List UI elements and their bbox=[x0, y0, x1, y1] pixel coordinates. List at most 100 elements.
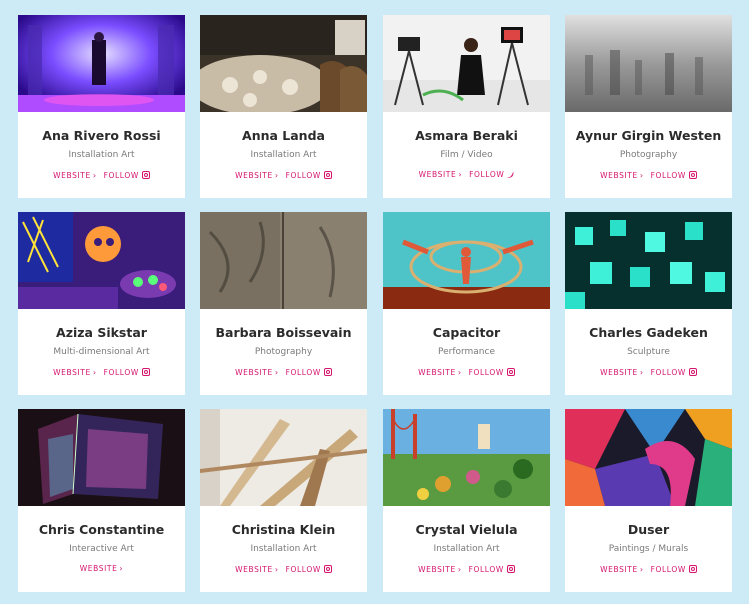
artist-photo[interactable] bbox=[18, 409, 185, 506]
artist-links: WEBSITE › FOLLOW bbox=[383, 367, 550, 377]
instagram-icon bbox=[141, 171, 150, 179]
follow-link[interactable]: FOLLOW bbox=[469, 564, 515, 574]
artist-card: Crystal Vielula Installation Art WEBSITE… bbox=[383, 409, 550, 592]
artist-links: WEBSITE › FOLLOW bbox=[383, 170, 550, 179]
follow-link[interactable]: FOLLOW bbox=[104, 170, 150, 180]
artist-category: Interactive Art bbox=[69, 544, 134, 554]
artist-photo[interactable] bbox=[18, 15, 185, 112]
website-label: WEBSITE bbox=[418, 368, 456, 377]
artist-links: WEBSITE › FOLLOW bbox=[565, 367, 732, 377]
website-label: WEBSITE bbox=[600, 565, 638, 574]
artist-card: Charles Gadeken Sculpture WEBSITE › FOLLO… bbox=[565, 212, 732, 395]
artist-photo[interactable] bbox=[565, 409, 732, 506]
artist-photo[interactable] bbox=[200, 212, 367, 309]
chevron-right-icon: › bbox=[119, 564, 124, 573]
follow-link[interactable]: FOLLOW bbox=[286, 170, 332, 180]
artist-card: Aynur Girgin Westen Photography WEBSITE ›… bbox=[565, 15, 732, 198]
artist-card: Chris Constantine Interactive Art WEBSIT… bbox=[18, 409, 185, 592]
follow-label: FOLLOW bbox=[650, 565, 686, 574]
artist-photo[interactable] bbox=[565, 15, 732, 112]
artist-category: Multi-dimensional Art bbox=[53, 347, 150, 357]
website-link[interactable]: WEBSITE › bbox=[600, 368, 643, 377]
artist-category: Film / Video bbox=[440, 150, 493, 160]
artist-links: WEBSITE › FOLLOW bbox=[565, 170, 732, 180]
artist-card: Ana Rivero Rossi Installation Art WEBSIT… bbox=[18, 15, 185, 198]
website-label: WEBSITE bbox=[600, 171, 638, 180]
website-link[interactable]: WEBSITE › bbox=[80, 564, 123, 573]
website-link[interactable]: WEBSITE › bbox=[235, 171, 278, 180]
follow-link[interactable]: FOLLOW bbox=[651, 367, 697, 377]
artist-photo[interactable] bbox=[565, 212, 732, 309]
artist-category: Performance bbox=[437, 347, 496, 357]
artist-category: Photography bbox=[254, 347, 313, 357]
artist-card: Asmara Beraki Film / Video WEBSITE › FOLL… bbox=[383, 15, 550, 198]
artist-photo[interactable] bbox=[383, 15, 550, 112]
website-label: WEBSITE bbox=[418, 565, 456, 574]
instagram-icon bbox=[141, 368, 150, 376]
follow-label: FOLLOW bbox=[285, 171, 321, 180]
follow-label: FOLLOW bbox=[103, 171, 139, 180]
instagram-icon bbox=[323, 565, 332, 573]
chevron-right-icon: › bbox=[274, 565, 279, 574]
website-link[interactable]: WEBSITE › bbox=[53, 171, 96, 180]
instagram-icon bbox=[688, 368, 697, 376]
follow-link[interactable]: FOLLOW bbox=[286, 564, 332, 574]
artist-links: WEBSITE › FOLLOW bbox=[565, 564, 732, 574]
artist-photo[interactable] bbox=[200, 15, 367, 112]
artist-card: Barbara Boissevain Photography WEBSITE › … bbox=[200, 212, 367, 395]
website-link[interactable]: WEBSITE › bbox=[419, 170, 462, 179]
artist-category: Photography bbox=[619, 150, 678, 160]
follow-label: FOLLOW bbox=[468, 368, 504, 377]
artist-links: WEBSITE › FOLLOW bbox=[200, 564, 367, 574]
website-label: WEBSITE bbox=[79, 564, 118, 573]
instagram-icon bbox=[688, 171, 697, 179]
website-link[interactable]: WEBSITE › bbox=[235, 368, 278, 377]
artist-links: WEBSITE › bbox=[18, 564, 185, 573]
follow-label: FOLLOW bbox=[469, 170, 505, 179]
artist-category: Installation Art bbox=[250, 544, 317, 554]
instagram-icon bbox=[323, 171, 332, 179]
follow-link[interactable]: FOLLOW bbox=[469, 170, 515, 179]
artist-category: Installation Art bbox=[250, 150, 317, 160]
chevron-right-icon: › bbox=[92, 368, 97, 377]
artist-photo[interactable] bbox=[383, 409, 550, 506]
follow-link[interactable]: FOLLOW bbox=[651, 564, 697, 574]
website-link[interactable]: WEBSITE › bbox=[418, 565, 461, 574]
website-link[interactable]: WEBSITE › bbox=[53, 368, 96, 377]
follow-label: FOLLOW bbox=[103, 368, 139, 377]
twitter-icon bbox=[507, 172, 515, 178]
chevron-right-icon: › bbox=[92, 171, 97, 180]
artist-name: Ana Rivero Rossi bbox=[42, 128, 161, 143]
follow-link[interactable]: FOLLOW bbox=[286, 367, 332, 377]
website-link[interactable]: WEBSITE › bbox=[235, 565, 278, 574]
website-label: WEBSITE bbox=[53, 171, 91, 180]
artist-photo[interactable] bbox=[383, 212, 550, 309]
follow-link[interactable]: FOLLOW bbox=[104, 367, 150, 377]
artist-name: Aynur Girgin Westen bbox=[575, 128, 722, 143]
artist-card: Anna Landa Installation Art WEBSITE › FOL… bbox=[200, 15, 367, 198]
website-link[interactable]: WEBSITE › bbox=[600, 171, 643, 180]
artist-category: Installation Art bbox=[433, 544, 500, 554]
artist-photo[interactable] bbox=[200, 409, 367, 506]
website-link[interactable]: WEBSITE › bbox=[600, 565, 643, 574]
artist-name: Capacitor bbox=[432, 325, 501, 340]
artist-name: Christina Klein bbox=[231, 522, 336, 537]
artist-category: Installation Art bbox=[68, 150, 135, 160]
artist-links: WEBSITE › FOLLOW bbox=[383, 564, 550, 574]
artist-name: Chris Constantine bbox=[38, 522, 165, 537]
chevron-right-icon: › bbox=[274, 171, 279, 180]
artist-card: Duser Paintings / Murals WEBSITE › FOLLOW bbox=[565, 409, 732, 592]
artist-links: WEBSITE › FOLLOW bbox=[200, 170, 367, 180]
artist-category: Paintings / Murals bbox=[608, 544, 689, 554]
follow-link[interactable]: FOLLOW bbox=[651, 170, 697, 180]
artist-photo[interactable] bbox=[18, 212, 185, 309]
website-label: WEBSITE bbox=[235, 171, 273, 180]
instagram-icon bbox=[323, 368, 332, 376]
follow-link[interactable]: FOLLOW bbox=[469, 367, 515, 377]
artist-grid: Ana Rivero Rossi Installation Art WEBSIT… bbox=[0, 0, 749, 604]
follow-label: FOLLOW bbox=[285, 368, 321, 377]
artist-name: Charles Gadeken bbox=[589, 325, 708, 340]
chevron-right-icon: › bbox=[458, 170, 463, 179]
follow-label: FOLLOW bbox=[285, 565, 321, 574]
website-link[interactable]: WEBSITE › bbox=[418, 368, 461, 377]
